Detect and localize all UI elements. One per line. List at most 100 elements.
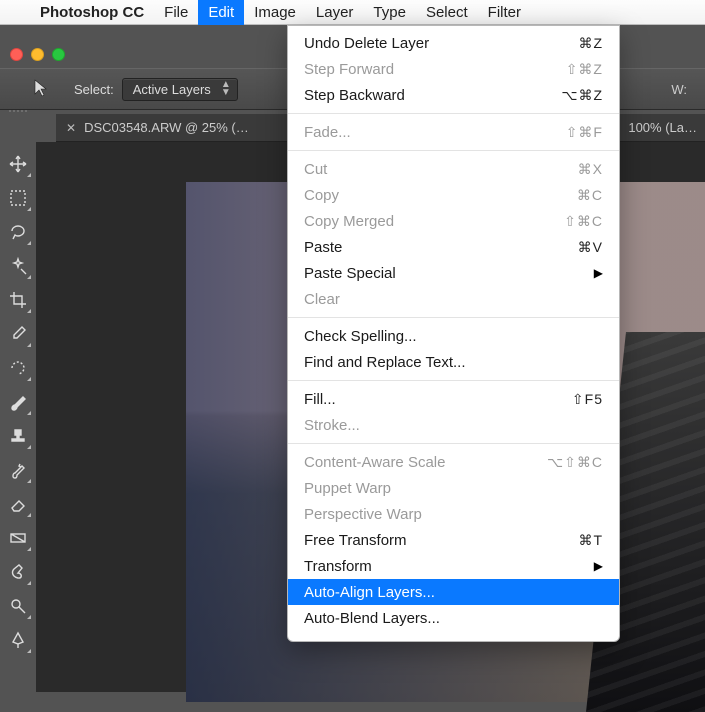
document-tab[interactable]: 100% (La… [618,120,705,135]
stamp-tool[interactable] [4,422,32,450]
menu-item-perspective-warp: Perspective Warp [288,501,619,527]
move-cursor-icon [32,78,52,101]
magic-wand-tool[interactable] [4,252,32,280]
select-mode-dropdown[interactable]: Active Layers ▲▼ [122,78,238,101]
menu-item-label: Undo Delete Layer [304,35,578,52]
menu-item-paste[interactable]: Paste⌘V [288,234,619,260]
crop-tool[interactable] [4,286,32,314]
menu-shortcut: ⌘C [577,187,603,204]
menu-item-label: Clear [304,291,603,308]
dodge-tool[interactable] [4,592,32,620]
menu-separator [288,380,619,381]
smudge-tool[interactable] [4,558,32,586]
menu-item-label: Content-Aware Scale [304,454,547,471]
menu-item-find-and-replace-text[interactable]: Find and Replace Text... [288,349,619,375]
eyedropper-tool[interactable] [4,320,32,348]
app-name[interactable]: Photoshop CC [30,4,154,21]
menu-item-cut: Cut⌘X [288,156,619,182]
menu-item-undo-delete-layer[interactable]: Undo Delete Layer⌘Z [288,30,619,56]
menu-separator [288,113,619,114]
width-label: W: [671,82,687,97]
menu-shortcut: ⌘Z [578,35,603,52]
menu-item-label: Step Backward [304,87,561,104]
gradient-tool[interactable] [4,524,32,552]
menu-shortcut: ⌘X [578,161,603,178]
menu-shortcut: ⇧⌘C [564,213,603,230]
close-window-button[interactable] [10,48,23,61]
document-tab[interactable]: ✕ DSC03548.ARW @ 25% (… [56,120,259,135]
menu-separator [288,443,619,444]
close-tab-icon[interactable]: ✕ [66,121,76,135]
dropdown-value: Active Layers [133,82,211,97]
menu-shortcut: ⇧F5 [572,391,603,408]
menu-item-paste-special[interactable]: Paste Special▶ [288,260,619,286]
zoom-window-button[interactable] [52,48,65,61]
menu-item-fill[interactable]: Fill...⇧F5 [288,386,619,412]
tab-title: 100% (La… [628,120,697,135]
menu-type[interactable]: Type [363,0,416,25]
menu-separator [288,150,619,151]
menu-item-puppet-warp: Puppet Warp [288,475,619,501]
pen-tool[interactable] [4,626,32,654]
menu-item-label: Auto-Blend Layers... [304,610,603,627]
menu-item-auto-align-layers[interactable]: Auto-Align Layers... [288,579,619,605]
select-label: Select: [74,82,114,97]
lasso-tool[interactable] [4,218,32,246]
menu-item-stroke: Stroke... [288,412,619,438]
menu-item-content-aware-scale: Content-Aware Scale⌥⇧⌘C [288,449,619,475]
submenu-arrow-icon: ▶ [594,559,603,573]
menu-item-label: Puppet Warp [304,480,603,497]
menu-shortcut: ⌥⌘Z [561,87,603,104]
menu-item-free-transform[interactable]: Free Transform⌘T [288,527,619,553]
menu-item-label: Check Spelling... [304,328,603,345]
menu-item-label: Step Forward [304,61,566,78]
tools-panel [0,142,36,692]
menu-item-label: Fill... [304,391,572,408]
history-brush-tool[interactable] [4,456,32,484]
macos-menubar: Photoshop CC FileEditImageLayerTypeSelec… [0,0,705,25]
menu-item-label: Copy Merged [304,213,564,230]
menu-shortcut: ⇧⌘Z [566,61,603,78]
menu-item-copy-merged: Copy Merged⇧⌘C [288,208,619,234]
menu-item-copy: Copy⌘C [288,182,619,208]
menu-item-label: Auto-Align Layers... [304,584,603,601]
menu-item-label: Copy [304,187,577,204]
menu-file[interactable]: File [154,0,198,25]
menu-image[interactable]: Image [244,0,306,25]
menu-item-fade: Fade...⇧⌘F [288,119,619,145]
dropdown-chevron-icon: ▲▼ [221,81,231,97]
patch-tool[interactable] [4,354,32,382]
menu-item-step-forward: Step Forward⇧⌘Z [288,56,619,82]
move-tool[interactable] [4,150,32,178]
menu-item-label: Free Transform [304,532,578,549]
submenu-arrow-icon: ▶ [594,266,603,280]
menu-item-label: Transform [304,558,594,575]
menu-shortcut: ⌘V [578,239,603,256]
menu-edit[interactable]: Edit [198,0,244,25]
tab-title: DSC03548.ARW @ 25% (… [84,120,249,135]
menu-item-label: Paste [304,239,578,256]
menu-item-label: Fade... [304,124,566,141]
menu-shortcut: ⌘T [578,532,603,549]
menu-item-step-backward[interactable]: Step Backward⌥⌘Z [288,82,619,108]
menu-item-clear: Clear [288,286,619,312]
menu-item-label: Perspective Warp [304,506,603,523]
eraser-tool[interactable] [4,490,32,518]
menu-shortcut: ⇧⌘F [566,124,603,141]
edit-menu-dropdown: Undo Delete Layer⌘ZStep Forward⇧⌘ZStep B… [287,25,620,642]
window-controls [10,48,65,61]
menu-separator [288,317,619,318]
menu-layer[interactable]: Layer [306,0,364,25]
menu-item-label: Paste Special [304,265,594,282]
brush-tool[interactable] [4,388,32,416]
menu-item-check-spelling[interactable]: Check Spelling... [288,323,619,349]
menu-shortcut: ⌥⇧⌘C [547,454,603,471]
menu-item-label: Cut [304,161,578,178]
menu-select[interactable]: Select [416,0,478,25]
menu-item-transform[interactable]: Transform▶ [288,553,619,579]
menu-item-auto-blend-layers[interactable]: Auto-Blend Layers... [288,605,619,631]
marquee-tool[interactable] [4,184,32,212]
panel-grip[interactable] [0,110,36,120]
menu-filter[interactable]: Filter [478,0,531,25]
minimize-window-button[interactable] [31,48,44,61]
